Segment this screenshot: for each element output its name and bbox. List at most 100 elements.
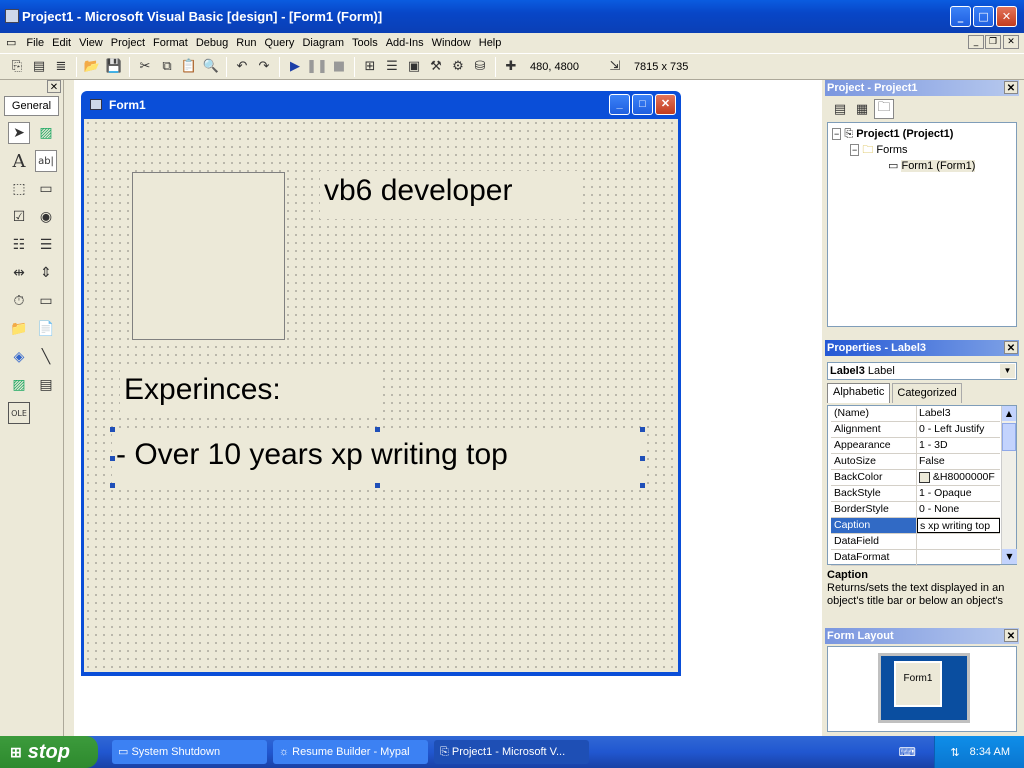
property-row-selected[interactable]: Caption s xp writing top (831, 518, 1000, 534)
menu-help[interactable]: Help (475, 37, 506, 49)
form-icon[interactable] (90, 99, 102, 110)
checkbox-tool-icon[interactable]: ☑ (8, 206, 30, 228)
property-row[interactable]: DataFormat (831, 550, 1000, 566)
toggle-folders-icon[interactable]: 🗀 (874, 99, 894, 119)
form-minimize-button[interactable]: _ (609, 94, 630, 115)
menu-editor-icon[interactable]: ≣ (51, 57, 71, 77)
scroll-up-icon[interactable]: ▲ (1002, 406, 1016, 421)
timer-tool-icon[interactable]: ⏱ (8, 290, 30, 312)
project-close-icon[interactable]: ✕ (1004, 81, 1018, 94)
task-resume-builder[interactable]: ☼ Resume Builder - Mypal (273, 740, 428, 764)
menu-query[interactable]: Query (260, 37, 298, 49)
property-value[interactable]: &H8000000F (917, 470, 1000, 485)
label3[interactable]: - Over 10 years xp writing top (112, 429, 644, 485)
property-row[interactable]: DataField (831, 534, 1000, 550)
form-close-button[interactable]: ✕ (655, 94, 676, 115)
minimize-button[interactable]: _ (950, 6, 971, 27)
property-value[interactable] (917, 534, 1000, 549)
selection-handle[interactable] (640, 427, 645, 432)
scroll-thumb[interactable] (1002, 423, 1016, 451)
maximize-button[interactable]: □ (973, 6, 994, 27)
scroll-down-icon[interactable]: ▼ (1002, 549, 1017, 564)
dirlistbox-tool-icon[interactable]: 📁 (8, 318, 30, 340)
property-row[interactable]: Alignment 0 - Left Justify (831, 422, 1000, 438)
find-icon[interactable]: 🔍 (201, 57, 221, 77)
properties-close-icon[interactable]: ✕ (1004, 341, 1018, 354)
tree-project-node[interactable]: − ⎘ Project1 (Project1) (830, 126, 1014, 142)
task-project1[interactable]: ⎘ Project1 - Microsoft V... (434, 740, 589, 764)
clock[interactable]: 8:34 AM (970, 746, 1010, 758)
start-icon[interactable]: ▶ (285, 57, 305, 77)
view-code-icon[interactable]: ▤ (830, 99, 850, 119)
menu-edit[interactable]: Edit (48, 37, 75, 49)
menu-format[interactable]: Format (149, 37, 192, 49)
chevron-down-icon[interactable]: ▼ (1000, 364, 1015, 378)
menu-tools[interactable]: Tools (348, 37, 382, 49)
property-value[interactable]: 0 - None (917, 502, 1000, 517)
selection-handle[interactable] (110, 427, 115, 432)
menu-file[interactable]: File (22, 37, 48, 49)
object-browser-icon[interactable]: ⚒ (426, 57, 446, 77)
filelistbox-tool-icon[interactable]: 📄 (35, 318, 57, 340)
tab-alphabetic[interactable]: Alphabetic (827, 383, 891, 403)
property-value[interactable]: Label3 (917, 406, 1000, 421)
property-row[interactable]: BorderStyle 0 - None (831, 502, 1000, 518)
hscrollbar-tool-icon[interactable]: ⇹ (8, 262, 30, 284)
listbox-tool-icon[interactable]: ☰ (35, 234, 57, 256)
optionbutton-tool-icon[interactable]: ◉ (35, 206, 57, 228)
menu-project[interactable]: Project (107, 37, 149, 49)
vb-app-icon[interactable] (5, 9, 19, 23)
picturebox-tool-icon[interactable]: ▨ (35, 122, 57, 144)
mdi-restore-button[interactable]: ❐ (985, 35, 1001, 49)
property-value[interactable] (917, 550, 1000, 565)
line-tool-icon[interactable]: ╲ (35, 346, 57, 368)
add-form-icon[interactable]: ▤ (29, 57, 49, 77)
image-tool-icon[interactable]: ▨ (8, 374, 30, 396)
property-row[interactable]: AutoSize False (831, 454, 1000, 470)
menu-debug[interactable]: Debug (192, 37, 232, 49)
form-layout-close-icon[interactable]: ✕ (1004, 629, 1018, 642)
form-preview[interactable]: Form1 (894, 661, 942, 707)
caption-value-input[interactable]: s xp writing top (917, 518, 1000, 533)
redo-icon[interactable]: ↷ (254, 57, 274, 77)
frame-tool-icon[interactable]: ⬚ (8, 178, 30, 200)
property-row[interactable]: Appearance 1 - 3D (831, 438, 1000, 454)
textbox-tool-icon[interactable]: ab| (35, 150, 57, 172)
menu-view[interactable]: View (75, 37, 107, 49)
toolbox-close-icon[interactable]: ✕ (47, 80, 61, 93)
form-maximize-button[interactable]: □ (632, 94, 653, 115)
data-view-icon[interactable]: ⛁ (470, 57, 490, 77)
menu-run[interactable]: Run (232, 37, 260, 49)
save-icon[interactable]: 💾 (104, 57, 124, 77)
open-icon[interactable]: 📂 (82, 57, 102, 77)
label1[interactable]: vb6 developer (320, 171, 578, 219)
network-icon[interactable]: ⇅ (950, 746, 959, 759)
picture-box[interactable] (132, 172, 285, 340)
property-row[interactable]: BackStyle 1 - Opaque (831, 486, 1000, 502)
form-layout-icon[interactable]: ▣ (404, 57, 424, 77)
label2[interactable]: Experinces: (120, 367, 378, 417)
end-icon[interactable]: ■ (329, 57, 349, 77)
label-tool-icon[interactable]: A (8, 150, 30, 172)
ole-tool-icon[interactable]: OLE (8, 402, 30, 424)
keyboard-icon[interactable]: ⌨ (899, 745, 916, 759)
cut-icon[interactable]: ✂ (135, 57, 155, 77)
property-value[interactable]: 1 - 3D (917, 438, 1000, 453)
combobox-tool-icon[interactable]: ☷ (8, 234, 30, 256)
menu-diagram[interactable]: Diagram (298, 37, 348, 49)
start-button[interactable]: ⊞ stop (0, 736, 98, 768)
selection-handle[interactable] (640, 456, 645, 461)
view-object-icon[interactable]: ▦ (852, 99, 872, 119)
toolbox-icon[interactable]: ⚙ (448, 57, 468, 77)
selection-handle[interactable] (375, 427, 380, 432)
properties-window-icon[interactable]: ☰ (382, 57, 402, 77)
mdi-close-button[interactable]: ✕ (1003, 35, 1019, 49)
mdi-minimize-button[interactable]: _ (968, 35, 984, 49)
collapse-icon[interactable]: − (832, 128, 842, 140)
form-canvas[interactable]: vb6 developer Experinces: - Over 10 year… (84, 119, 678, 672)
property-value[interactable]: 1 - Opaque (917, 486, 1000, 501)
selection-handle[interactable] (110, 456, 115, 461)
close-button[interactable]: ✕ (996, 6, 1017, 27)
shape-tool-icon[interactable]: ◈ (8, 346, 30, 368)
property-value[interactable]: False (917, 454, 1000, 469)
